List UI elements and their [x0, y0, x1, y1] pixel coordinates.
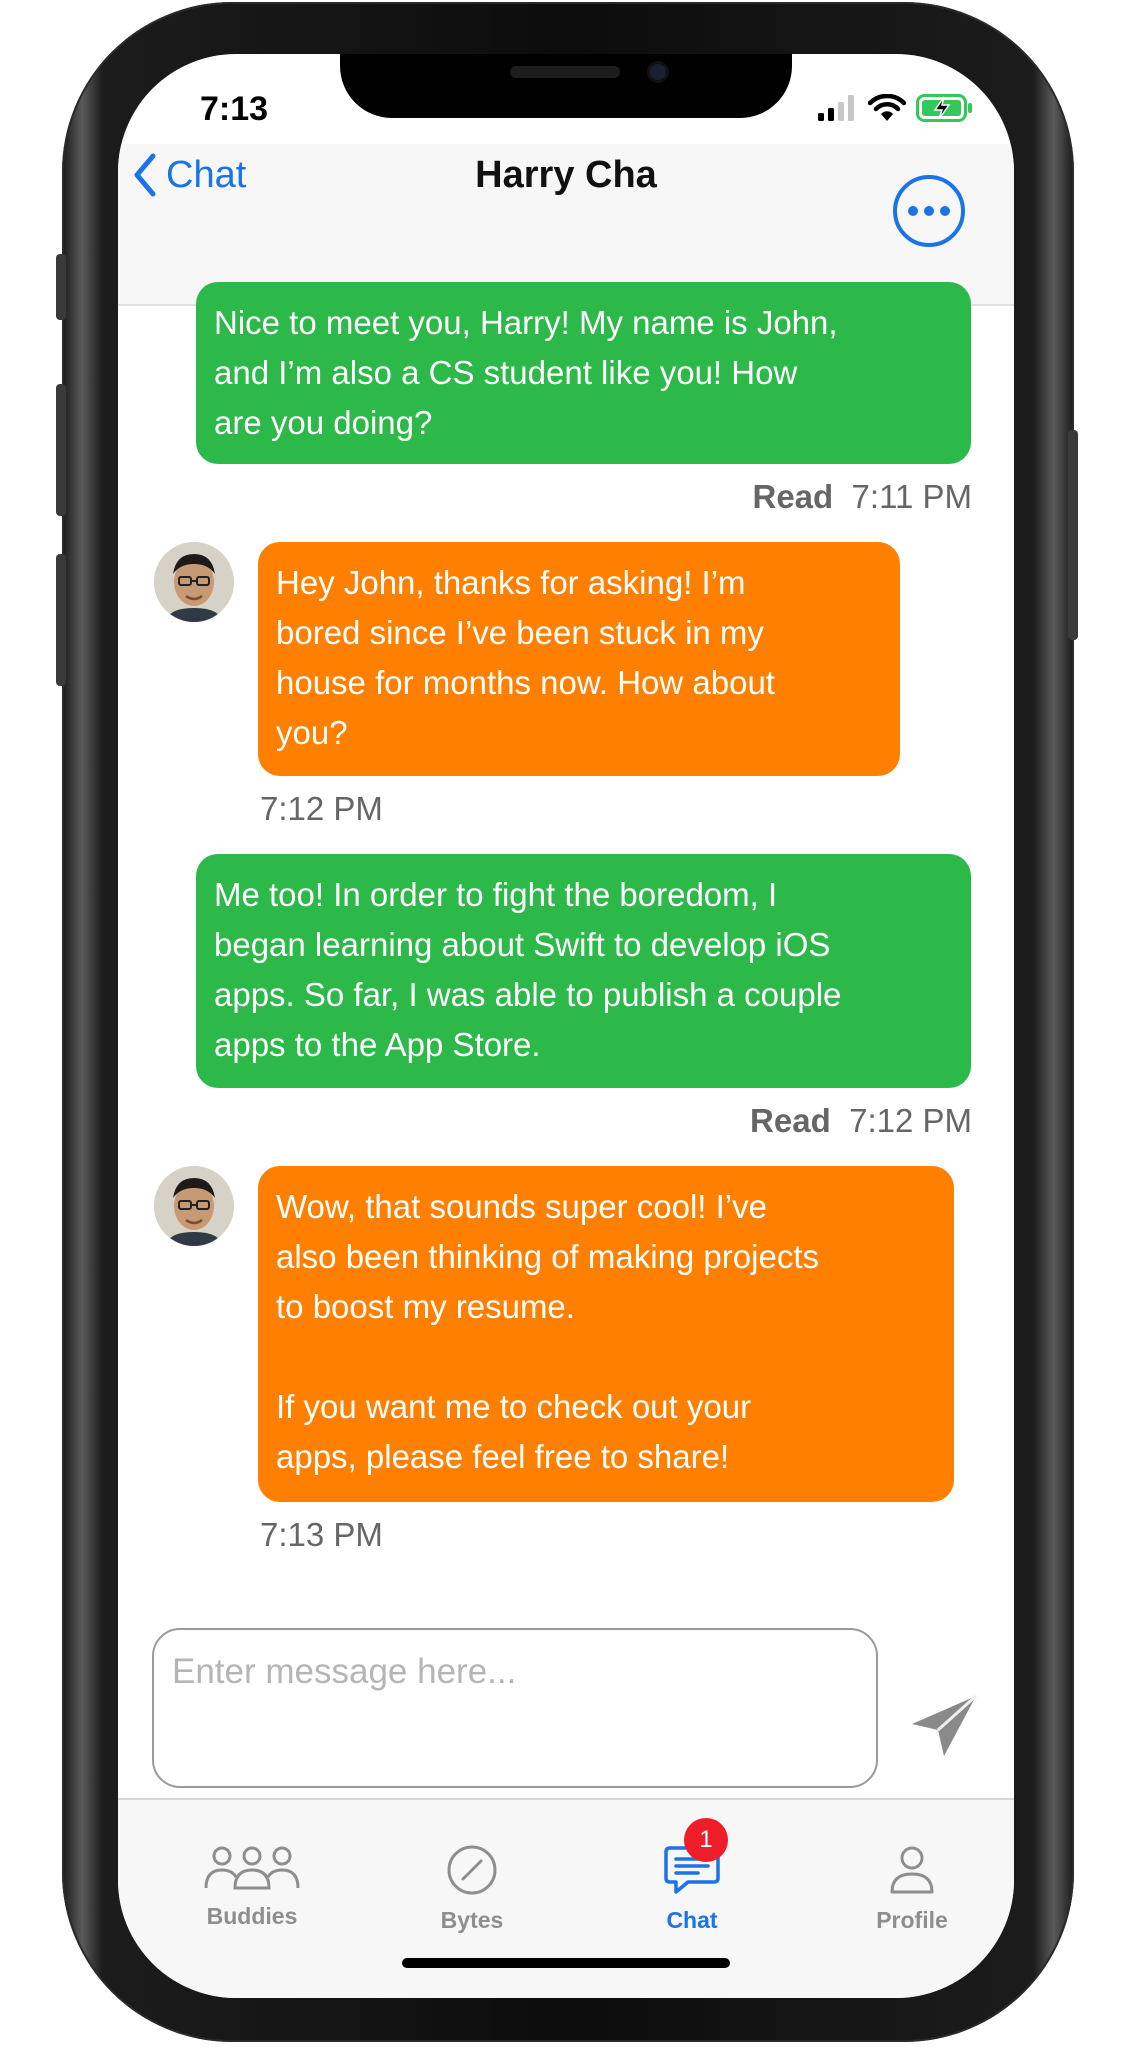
paper-plane-icon	[912, 1694, 978, 1756]
wifi-icon	[868, 94, 906, 121]
send-button[interactable]	[908, 1692, 980, 1765]
battery-charging-icon	[916, 94, 972, 122]
power-button	[1068, 430, 1078, 640]
front-camera	[650, 64, 666, 80]
message-input[interactable]: Enter message here...	[152, 1628, 878, 1788]
compass-icon	[447, 1845, 497, 1895]
tab-label: Bytes	[440, 1907, 504, 1933]
message-time: 7:13 PM	[260, 1516, 383, 1553]
cellular-signal-icon	[818, 95, 854, 121]
message-time: 7:12 PM	[849, 1102, 972, 1139]
tab-label: Buddies	[206, 1903, 298, 1929]
avatar-photo	[154, 1166, 234, 1246]
contact-avatar[interactable]	[154, 542, 234, 622]
tab-buddies[interactable]: Buddies	[152, 1844, 352, 1930]
volume-up-button	[56, 384, 66, 516]
status-icons	[818, 94, 974, 122]
received-message-bubble[interactable]: Hey John, thanks for asking! I’m bored s…	[258, 542, 900, 776]
tab-bytes[interactable]: Bytes	[372, 1844, 572, 1934]
message-time: 7:11 PM	[851, 478, 972, 515]
message-meta: Read 7:11 PM	[753, 478, 973, 516]
screen: 7:13 Chat Harry Cha Nice to meet you, Ha…	[118, 54, 1014, 1998]
person-icon	[890, 1846, 934, 1894]
conversation-title: Harry Cha	[475, 154, 657, 196]
unread-badge: 1	[684, 1818, 728, 1862]
notch	[340, 54, 792, 118]
sent-message-bubble[interactable]: Nice to meet you, Harry! My name is John…	[196, 282, 971, 464]
status-time: 7:13	[200, 90, 269, 128]
speaker	[510, 66, 620, 78]
more-options-button[interactable]	[893, 175, 965, 247]
read-receipt: Read	[750, 1102, 831, 1139]
tab-label: Chat	[666, 1907, 718, 1933]
ellipsis-icon	[908, 206, 950, 216]
tab-label: Profile	[876, 1907, 948, 1933]
home-indicator[interactable]	[402, 1958, 730, 1968]
received-message-bubble[interactable]: Wow, that sounds super cool! I’ve also b…	[258, 1166, 954, 1502]
contact-avatar[interactable]	[154, 1166, 234, 1246]
tab-profile[interactable]: Profile	[812, 1844, 1012, 1934]
people-icon	[204, 1846, 300, 1890]
volume-down-button	[56, 554, 66, 686]
read-receipt: Read	[752, 478, 834, 515]
message-meta: Read 7:12 PM	[750, 1102, 972, 1140]
message-time: 7:12 PM	[260, 790, 383, 827]
mute-switch	[56, 254, 66, 320]
avatar-photo	[154, 542, 234, 622]
sent-message-bubble[interactable]: Me too! In order to fight the boredom, I…	[196, 854, 971, 1088]
